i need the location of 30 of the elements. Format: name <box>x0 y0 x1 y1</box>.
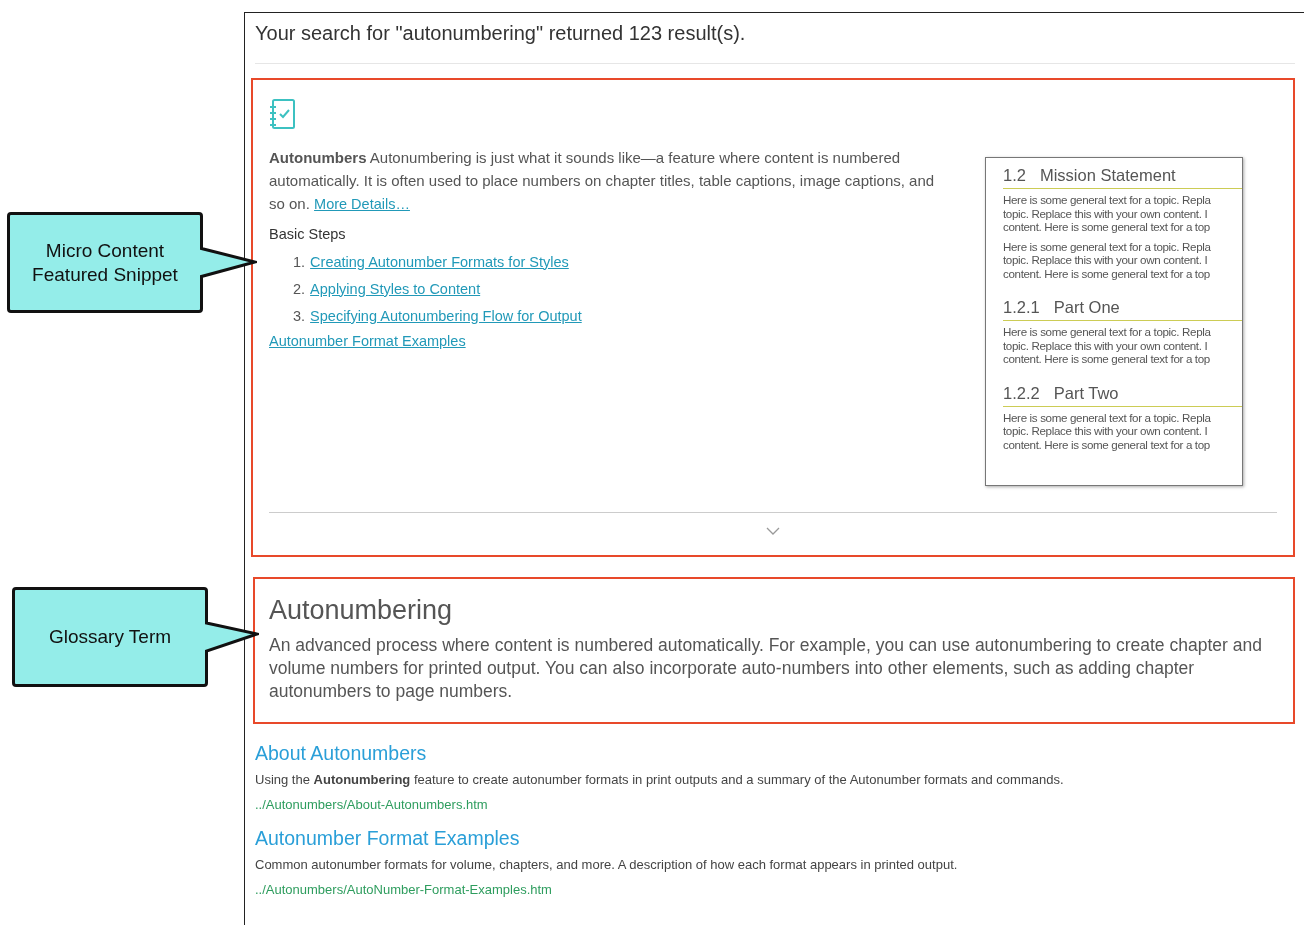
preview-paragraph: Here is some general text for a topic. Repla topic. Replace this with your own content. I content. Here is some general text for a top <box>1003 325 1212 366</box>
result-summary: Common autonumber formats for volume, chapters, and more. A description of how each format appears in printed output. <box>255 857 959 872</box>
snippet-text: Autonumbers Autonumbering is just what it sounds like—a feature where content is numbered automatically. It is often used to place numbers on chapter titles, table captions, image captions, and so on. More Details… <box>269 148 936 214</box>
preview-heading: 1.2.2 Part Two <box>1003 383 1242 407</box>
callout-label: Glossary Term <box>48 625 172 649</box>
more-details-link[interactable]: More Details… <box>314 196 410 212</box>
step-link[interactable]: Creating Autonumber Formats for Styles <box>310 253 569 270</box>
result-title-link[interactable]: About Autonumbers <box>255 742 427 765</box>
result-summary: Using the Autonumbering feature to create autonumber formats in print outputs and a summary of the Autonumber formats and commands. <box>255 772 1065 787</box>
preview-paragraph: Here is some general text for a topic. Repla topic. Replace this with your own content. I content. Here is some general text for a top <box>1003 410 1212 451</box>
preview-paragraph: Here is some general text for a topic. Repla topic. Replace this with your own content. I content. Here is some general text for a top <box>1003 239 1212 280</box>
chevron-down-icon[interactable] <box>766 527 780 535</box>
format-examples-link[interactable]: Autonumber Format Examples <box>269 333 466 349</box>
steps-heading: Basic Steps <box>269 226 347 242</box>
step-link[interactable]: Specifying Autonumbering Flow for Output <box>310 307 582 324</box>
step-number: 3. <box>293 307 306 324</box>
step-link[interactable]: Applying Styles to Content <box>310 280 481 297</box>
preview-heading: 1.2.1 Part One <box>1003 298 1242 321</box>
glossary-definition: An advanced process where content is numbered automatically. For example, you can use autonumbering to create chapter and volume numbers for printed output. You can also incorporate auto-numbers into other elements, such as adding chapter autonumbers to page numbers. <box>269 634 1263 703</box>
callout-label: Micro Content Featured Snippet <box>32 238 178 287</box>
preview-paragraph: Here is some general text for a topic. Repla topic. Replace this with your own content. I content. Here is some general text for a top <box>1003 193 1212 234</box>
step-number: 1. <box>293 253 306 270</box>
glossary-term: Autonumbering <box>269 595 454 626</box>
result-title-link[interactable]: Autonumber Format Examples <box>255 827 520 850</box>
result-path-link[interactable]: ../Autonumbers/About-Autonumbers.htm <box>255 797 488 812</box>
step-number: 2. <box>293 280 306 297</box>
result-path-link[interactable]: ../Autonumbers/AutoNumber-Format-Examples.htm <box>255 882 552 897</box>
preview-heading: 1.2 Mission Statement <box>1003 166 1242 189</box>
notebook-check-icon <box>269 98 297 130</box>
search-summary: Your search for "autonumbering" returned 123 result(s). <box>254 21 747 46</box>
